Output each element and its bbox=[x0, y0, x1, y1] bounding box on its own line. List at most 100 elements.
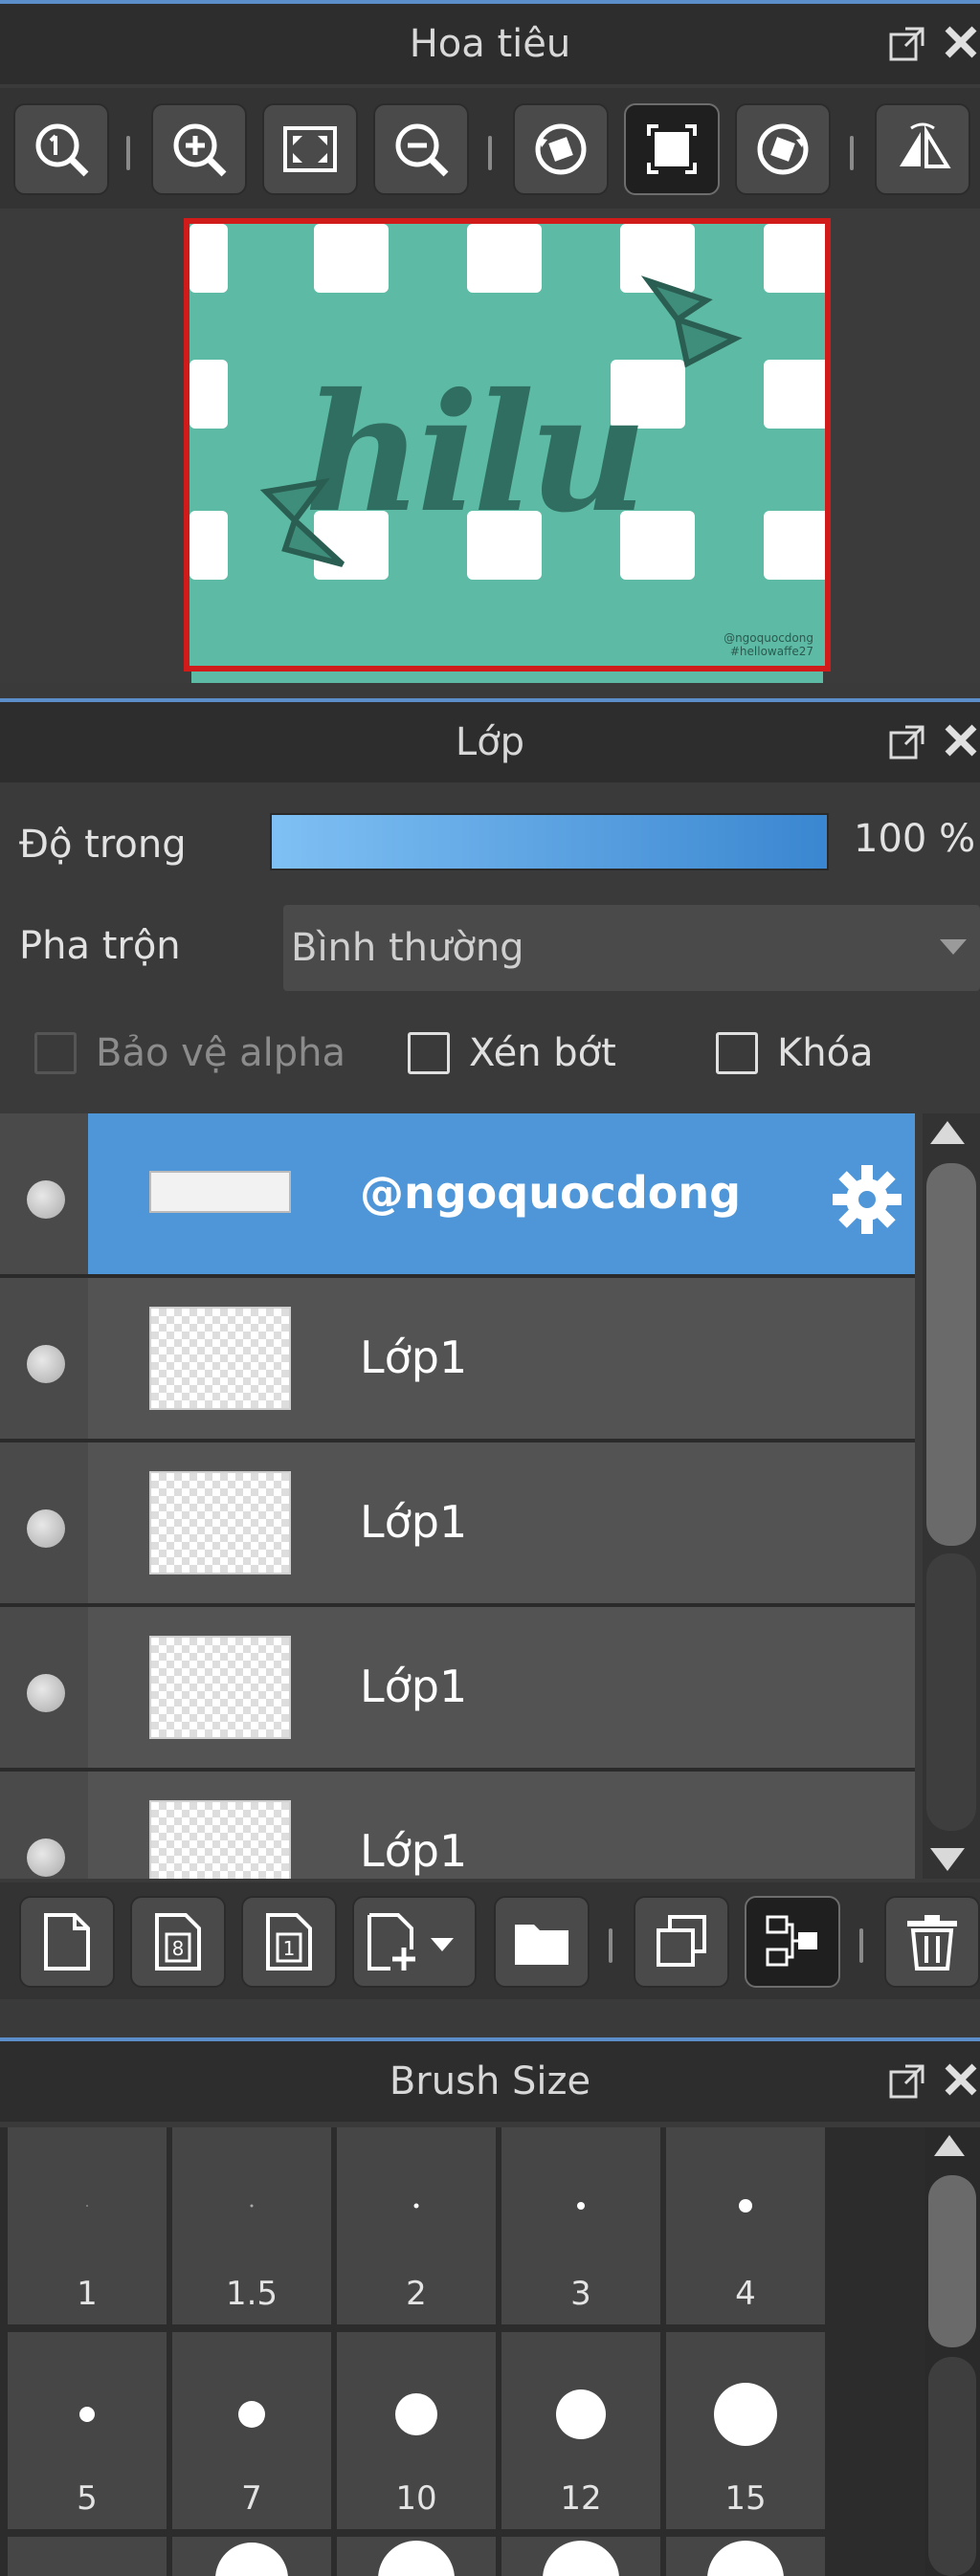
brush-size-cell[interactable] bbox=[666, 2537, 825, 2576]
brush-size-cell[interactable] bbox=[337, 2537, 496, 2576]
app-window: Hoa tiêu hilu @ngoquocdong #hellowaffe27… bbox=[0, 0, 980, 2576]
brush-size-cell[interactable]: 15 bbox=[666, 2332, 825, 2529]
brush-size-label: 1 bbox=[77, 2275, 98, 2313]
zoom-in-icon bbox=[173, 123, 227, 177]
flip-horizontal-icon bbox=[900, 122, 951, 168]
brush-size-cell[interactable]: 5 bbox=[8, 2332, 167, 2529]
new-8bit-layer-icon: 8 bbox=[155, 1913, 201, 1971]
layer-row[interactable]: Lớp1 bbox=[0, 1772, 915, 1879]
brush-size-cell[interactable]: 7 bbox=[172, 2332, 331, 2529]
brush-size-cell[interactable] bbox=[501, 2537, 660, 2576]
brush-size-title: Brush Size bbox=[389, 2059, 591, 2103]
svg-text:8: 8 bbox=[172, 1937, 185, 1960]
rotate-left-button[interactable] bbox=[513, 103, 609, 195]
visibility-toggle[interactable] bbox=[0, 1442, 88, 1603]
fit-screen-icon bbox=[283, 126, 337, 172]
layer-list-scrollbar[interactable] bbox=[923, 1113, 980, 1879]
blend-mode-select[interactable]: Bình thường bbox=[283, 905, 980, 991]
lock-checkbox[interactable]: Khóa bbox=[716, 1031, 874, 1075]
visibility-icon bbox=[27, 1838, 65, 1877]
popout-icon[interactable] bbox=[888, 723, 926, 761]
scroll-up-icon[interactable] bbox=[934, 2135, 965, 2156]
visibility-toggle[interactable] bbox=[0, 1772, 88, 1879]
visibility-toggle[interactable] bbox=[0, 1278, 88, 1439]
brush-size-cell[interactable]: 1.5 bbox=[172, 2127, 331, 2324]
brush-preview-dot bbox=[250, 2204, 254, 2208]
checkbox-box bbox=[716, 1032, 758, 1074]
close-icon[interactable] bbox=[942, 721, 980, 763]
layer-row[interactable]: Lớp1 bbox=[0, 1442, 915, 1607]
brush-size-cell[interactable] bbox=[8, 2537, 167, 2576]
reset-rotation-button[interactable] bbox=[624, 103, 720, 195]
new-1bit-layer-button[interactable]: 1 bbox=[241, 1896, 337, 1988]
layer-thumbnail bbox=[149, 1171, 291, 1213]
brush-size-label: 5 bbox=[77, 2479, 98, 2518]
scroll-up-icon[interactable] bbox=[930, 1121, 965, 1144]
zoom-in-button[interactable] bbox=[151, 103, 247, 195]
visibility-toggle[interactable] bbox=[0, 1607, 88, 1768]
popout-icon[interactable] bbox=[888, 25, 926, 63]
layer-list: @ngoquocdong Lớp1 Lớp1 Lớp1 Lớp1 bbox=[0, 1113, 915, 1879]
duplicate-layer-button[interactable] bbox=[634, 1896, 729, 1988]
brush-size-cell[interactable]: 3 bbox=[501, 2127, 660, 2324]
rotate-right-button[interactable] bbox=[735, 103, 831, 195]
layer-name: Lớp1 bbox=[360, 1825, 468, 1877]
new-folder-icon bbox=[515, 1925, 568, 1965]
brush-preview-dot bbox=[577, 2202, 585, 2210]
new-folder-button[interactable] bbox=[494, 1896, 590, 1988]
brush-size-cell[interactable]: 10 bbox=[337, 2332, 496, 2529]
delete-layer-button[interactable] bbox=[884, 1896, 980, 1988]
layer-row[interactable]: @ngoquocdong bbox=[0, 1113, 915, 1278]
brush-size-cell[interactable]: 4 bbox=[666, 2127, 825, 2324]
visibility-toggle[interactable] bbox=[0, 1113, 88, 1274]
clipping-label: Xén bớt bbox=[469, 1031, 616, 1075]
layers-panel: Độ trong 100 % Pha trộn Bình thường Bảo … bbox=[0, 784, 980, 2036]
lock-label: Khóa bbox=[777, 1031, 874, 1075]
brush-size-label: 3 bbox=[570, 2275, 591, 2313]
popout-icon[interactable] bbox=[888, 2062, 926, 2101]
rotate-right-icon bbox=[757, 123, 809, 175]
close-icon[interactable] bbox=[942, 2060, 980, 2103]
layer-row[interactable]: Lớp1 bbox=[0, 1278, 915, 1442]
brush-size-label: 12 bbox=[560, 2479, 602, 2518]
layers-title: Lớp bbox=[455, 720, 525, 764]
brush-preview-dot bbox=[238, 2401, 265, 2428]
brush-size-label: 10 bbox=[395, 2479, 437, 2518]
flip-horizontal-button[interactable] bbox=[875, 103, 970, 195]
fit-screen-button[interactable] bbox=[262, 103, 358, 195]
checkbox-box bbox=[408, 1032, 450, 1074]
brush-size-cell[interactable]: 2 bbox=[337, 2127, 496, 2324]
add-layer-dropdown-button[interactable] bbox=[352, 1896, 477, 1988]
brush-size-header: Brush Size bbox=[0, 2037, 980, 2122]
zoom-actual-icon bbox=[35, 123, 89, 177]
new-layer-button[interactable] bbox=[19, 1896, 115, 1988]
brush-size-cell[interactable]: 1 bbox=[8, 2127, 167, 2324]
brush-size-cell[interactable] bbox=[172, 2537, 331, 2576]
zoom-out-button[interactable] bbox=[373, 103, 469, 195]
gear-icon[interactable] bbox=[831, 1163, 903, 1236]
opacity-slider[interactable] bbox=[270, 813, 829, 870]
protect-alpha-checkbox[interactable]: Bảo vệ alpha bbox=[34, 1031, 345, 1075]
scrollbar-thumb[interactable] bbox=[926, 1163, 976, 1546]
navigator-header: Hoa tiêu bbox=[0, 0, 980, 84]
layer-name: Lớp1 bbox=[360, 1332, 468, 1383]
opacity-value: 100 % bbox=[854, 817, 976, 861]
zoom-actual-button[interactable] bbox=[13, 103, 109, 195]
brush-size-label: 1.5 bbox=[225, 2275, 278, 2313]
close-icon[interactable] bbox=[942, 23, 980, 65]
scroll-down-icon[interactable] bbox=[930, 1848, 965, 1871]
chevron-down-icon bbox=[940, 939, 967, 955]
brush-size-cell[interactable]: 12 bbox=[501, 2332, 660, 2529]
layer-row[interactable]: Lớp1 bbox=[0, 1607, 915, 1772]
navigator-toolbar bbox=[0, 88, 980, 209]
clipping-checkbox[interactable]: Xén bớt bbox=[408, 1031, 616, 1075]
brush-size-scrollbar[interactable] bbox=[924, 2127, 980, 2576]
new-1bit-layer-icon: 1 bbox=[266, 1913, 312, 1971]
new-8bit-layer-button[interactable]: 8 bbox=[130, 1896, 226, 1988]
brush-size-label: 4 bbox=[735, 2275, 756, 2313]
layers-header: Lớp bbox=[0, 698, 980, 782]
canvas-preview[interactable]: hilu @ngoquocdong #hellowaffe27 bbox=[184, 218, 831, 672]
merge-down-button[interactable] bbox=[745, 1896, 840, 1988]
rotate-left-icon bbox=[535, 123, 587, 175]
scrollbar-thumb[interactable] bbox=[928, 2175, 976, 2347]
